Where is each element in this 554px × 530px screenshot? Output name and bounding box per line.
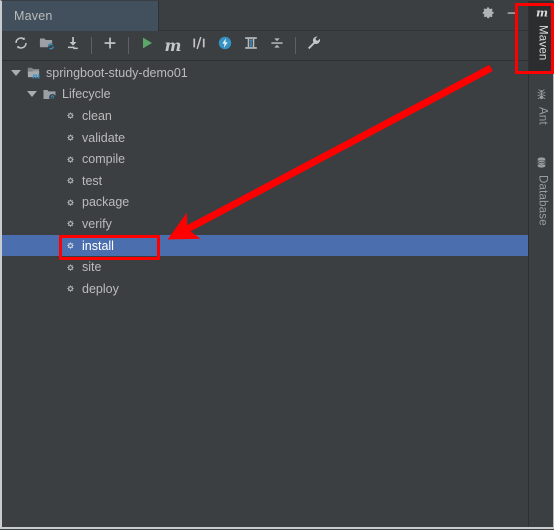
maven-settings-button[interactable] <box>301 34 327 58</box>
database-icon <box>535 156 548 172</box>
generate-sources-button[interactable] <box>34 34 60 58</box>
stripe-button-database-label: Database <box>536 175 549 226</box>
tree-node-goal[interactable]: package <box>2 192 529 214</box>
tree-node-goal-install[interactable]: install <box>2 234 529 257</box>
maven-goal-icon <box>64 131 77 144</box>
collapse-all-icon <box>269 35 285 56</box>
stripe-button-ant-label: Ant <box>536 107 549 125</box>
reload-button[interactable] <box>8 34 34 58</box>
tree-node-goal[interactable]: clean <box>2 105 529 127</box>
maven-goal-icon <box>64 239 77 252</box>
download-sources-button[interactable] <box>60 34 86 58</box>
skip-tests-icon <box>191 35 207 56</box>
tree-node-goal-label: install <box>82 238 114 253</box>
tree-node-goal-label: verify <box>82 216 112 231</box>
add-maven-project-button[interactable] <box>97 34 123 58</box>
tree-node-goal-label: package <box>82 195 130 210</box>
toolbar-separator <box>128 37 129 54</box>
maven-toolbar: m <box>2 31 529 61</box>
stripe-button-maven[interactable]: m Maven <box>529 1 554 74</box>
minimize-icon <box>505 6 519 25</box>
maven-goal-icon <box>64 261 77 274</box>
maven-goal-icon <box>64 174 77 187</box>
tree-node-goal-label: test <box>82 173 103 188</box>
toolbar-separator <box>91 37 92 54</box>
stripe-button-ant[interactable]: Ant <box>529 84 554 144</box>
tree-node-goal-label: compile <box>82 152 126 167</box>
hide-button[interactable] <box>501 5 523 27</box>
maven-goal-icon <box>64 217 77 230</box>
wrench-icon <box>306 35 322 56</box>
tree-node-project-label: springboot-study-demo01 <box>46 65 188 80</box>
download-icon <box>65 35 81 56</box>
tree-node-goal-label: clean <box>82 108 112 123</box>
tree-node-goal[interactable]: deploy <box>2 278 529 300</box>
execute-goal-button[interactable]: m <box>160 34 186 58</box>
tree-node-goal-label: deploy <box>82 281 119 296</box>
settings-button[interactable] <box>477 5 499 27</box>
run-button[interactable] <box>134 34 160 58</box>
maven-goal-icon <box>64 196 77 209</box>
toggle-offline-button[interactable] <box>212 34 238 58</box>
svg-text:m: m <box>32 72 40 81</box>
tree-node-goal[interactable]: site <box>2 256 529 278</box>
toolbar-separator <box>295 37 296 54</box>
header-actions <box>477 1 529 31</box>
collapse-all-button[interactable] <box>264 34 290 58</box>
maven-project-icon: m <box>26 65 41 80</box>
maven-goal-icon <box>64 153 77 166</box>
lifecycle-folder-icon <box>42 87 57 102</box>
tool-window-tab-maven[interactable]: Maven <box>2 1 159 31</box>
gear-icon <box>481 6 495 25</box>
stripe-button-database[interactable]: Database <box>529 152 554 242</box>
tree-node-goal[interactable]: validate <box>2 127 529 149</box>
tree-node-lifecycle[interactable]: Lifecycle <box>2 84 529 106</box>
refresh-icon <box>13 35 29 56</box>
offline-icon <box>217 35 233 56</box>
toggle-skip-tests-button[interactable] <box>186 34 212 58</box>
maven-goal-icon <box>64 282 77 295</box>
svg-text:m: m <box>535 5 547 19</box>
chevron-down-icon[interactable] <box>26 88 38 100</box>
plus-icon <box>102 35 118 56</box>
tree-node-lifecycle-label: Lifecycle <box>62 87 111 102</box>
maven-projects-tree[interactable]: m springboot-study-demo01 Lifecycle clea… <box>2 62 529 523</box>
dependencies-icon <box>243 35 259 56</box>
stripe-button-maven-label: Maven <box>536 25 549 61</box>
tree-node-goal[interactable]: compile <box>2 148 529 170</box>
maven-tool-window: Maven m m springboot-study-demo01 Lifecy… <box>0 0 554 529</box>
chevron-down-icon[interactable] <box>10 67 22 79</box>
maven-goal-icon <box>64 109 77 122</box>
tool-window-tab-label: Maven <box>14 9 53 23</box>
tree-node-goal[interactable]: verify <box>2 213 529 235</box>
tree-node-goal-label: site <box>82 260 102 275</box>
tree-node-project[interactable]: m springboot-study-demo01 <box>2 62 529 84</box>
show-dependencies-button[interactable] <box>238 34 264 58</box>
tree-node-goal-label: validate <box>82 130 126 145</box>
header-spacer <box>159 1 477 31</box>
right-tool-window-stripe: m Maven Ant Database <box>528 1 554 527</box>
maven-m-icon: m <box>535 5 549 22</box>
folder-refresh-icon <box>39 35 55 56</box>
tool-window-header: Maven <box>2 1 529 31</box>
run-icon <box>139 35 155 56</box>
m-icon: m <box>164 35 182 55</box>
ant-icon <box>535 88 548 104</box>
tree-node-goal[interactable]: test <box>2 170 529 192</box>
